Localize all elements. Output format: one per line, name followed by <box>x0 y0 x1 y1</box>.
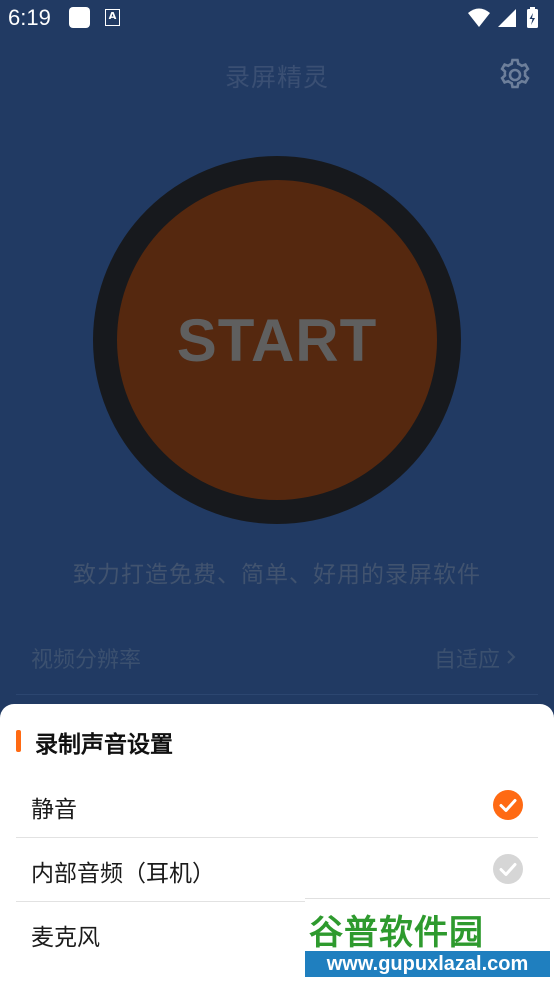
option-label: 内部音频（耳机） <box>31 861 215 887</box>
resolution-value: 自适应 <box>433 648 500 673</box>
start-button-label: START <box>176 307 378 374</box>
watermark-url: www.gupuxlazal.com <box>305 951 550 977</box>
option-mute[interactable]: 静音 <box>16 773 538 838</box>
wifi-icon <box>468 8 490 27</box>
option-label: 静音 <box>31 797 77 823</box>
resolution-label: 视频分辨率 <box>31 648 142 673</box>
unchecked-icon <box>493 854 523 884</box>
status-icons <box>468 7 538 28</box>
checked-icon <box>493 790 523 820</box>
settings-button[interactable] <box>497 57 533 93</box>
sheet-title-accent <box>16 730 21 752</box>
battery-icon <box>527 7 538 28</box>
chevron-right-icon <box>507 650 516 664</box>
watermark: 谷普软件园 www.gupuxlazal.com <box>305 898 550 979</box>
gear-icon <box>500 58 530 89</box>
app-title: 录屏精灵 <box>224 63 329 92</box>
slogan: 致力打造免费、简单、好用的录屏软件 <box>73 562 481 588</box>
status-time: 6:19 <box>8 5 51 30</box>
sheet-title: 录制声音设置 <box>35 732 173 758</box>
notification-square-icon <box>69 7 90 28</box>
option-internal-audio[interactable]: 内部音频（耳机） <box>16 837 538 902</box>
option-label: 麦克风 <box>31 925 100 951</box>
status-bar: 6:19 A <box>0 0 554 38</box>
resolution-setting-row[interactable]: 视频分辨率 自适应 <box>16 630 538 695</box>
signal-icon <box>498 9 516 27</box>
a-icon: A <box>105 9 120 26</box>
watermark-text: 谷普软件园 <box>309 913 484 953</box>
